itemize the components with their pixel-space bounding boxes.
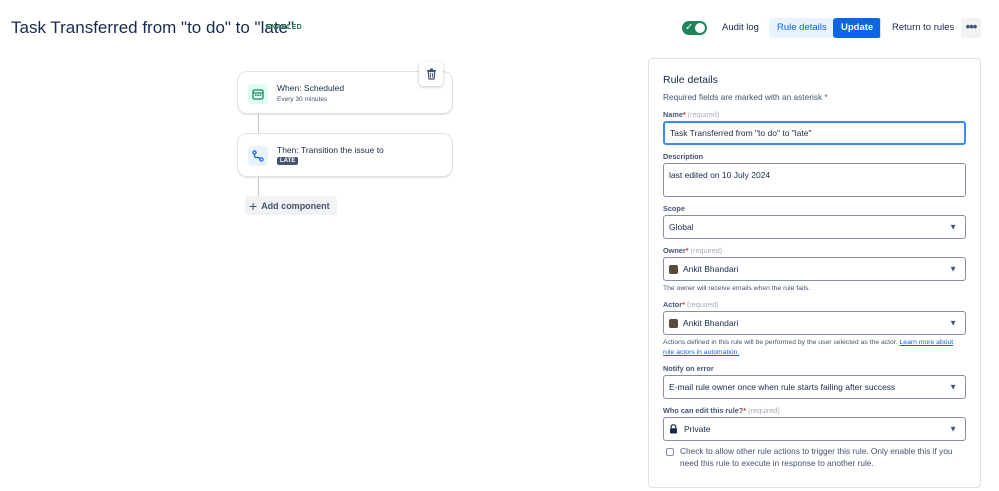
allow-trigger-label: Check to allow other rule actions to tri…: [680, 446, 953, 468]
required-hint: (required): [748, 406, 780, 415]
check-icon: ✓: [685, 22, 694, 33]
who-edit-value: Private: [684, 424, 711, 434]
transition-icon: [248, 146, 268, 166]
owner-value: Ankit Bhandari: [683, 264, 739, 274]
chevron-down-icon: ▼: [949, 382, 957, 392]
status-badge: ENABLED: [266, 24, 302, 31]
description-label: Description: [663, 152, 704, 161]
owner-label: Owner* (required): [663, 246, 722, 255]
name-label: Name* (required): [663, 110, 719, 119]
required-note-text: Required fields are marked with an aster…: [663, 92, 823, 102]
lock-icon: [669, 424, 678, 434]
avatar: [669, 318, 678, 328]
notify-select[interactable]: E-mail rule owner once when rule starts …: [663, 375, 966, 399]
actor-help: Actions defined in this rule will be per…: [663, 338, 963, 357]
notify-label: Notify on error: [663, 364, 714, 373]
audit-log-button[interactable]: Audit log: [714, 18, 767, 38]
delete-component-button[interactable]: [419, 62, 443, 86]
header-divider: [880, 18, 881, 38]
required-asterisk: *: [824, 92, 828, 102]
actor-value: Ankit Bhandari: [683, 318, 739, 328]
trigger-subtitle: Every 30 minutes: [277, 96, 328, 103]
update-button[interactable]: Update: [833, 18, 882, 38]
plus-icon: +: [249, 197, 258, 214]
chevron-down-icon: ▼: [949, 222, 957, 232]
toggle-knob: [695, 23, 705, 33]
who-edit-label: Who can edit this rule?* (required): [663, 406, 780, 415]
flow-connector: [258, 113, 259, 134]
actor-label-text: Actor: [663, 300, 683, 309]
panel-title: Rule details: [663, 74, 718, 86]
action-card[interactable]: Then: Transition the issue to LATE: [237, 133, 453, 177]
return-to-rules-button[interactable]: Return to rules: [884, 18, 962, 38]
more-icon[interactable]: •••: [961, 18, 981, 38]
rule-details-panel: Rule details Required fields are marked …: [648, 58, 981, 488]
actor-select[interactable]: Ankit Bhandari ▼: [663, 311, 966, 335]
page-title: Task Transferred from "to do" to "late": [11, 18, 295, 37]
add-component-button[interactable]: + Add component: [245, 196, 337, 215]
calendar-icon: [248, 84, 268, 104]
flow-connector: [258, 176, 259, 196]
trash-icon: [426, 68, 436, 80]
chevron-down-icon: ▼: [949, 424, 957, 434]
required-asterisk: *: [682, 110, 686, 119]
chevron-down-icon: ▼: [949, 318, 957, 328]
required-hint: (required): [687, 110, 720, 119]
description-textarea[interactable]: last edited on 10 July 2024: [663, 163, 966, 197]
actor-help-text: Actions defined in this rule will be per…: [663, 339, 898, 346]
scope-select[interactable]: Global ▼: [663, 215, 966, 239]
name-label-text: Name: [663, 110, 683, 119]
required-asterisk: *: [685, 246, 689, 255]
required-hint: (required): [686, 300, 719, 309]
enable-toggle[interactable]: ✓: [682, 21, 707, 35]
who-edit-label-text: Who can edit this rule?: [663, 406, 744, 415]
allow-trigger-checkbox[interactable]: [666, 448, 674, 456]
owner-select[interactable]: Ankit Bhandari ▼: [663, 257, 966, 281]
scope-value: Global: [669, 222, 694, 232]
owner-help: The owner will receive emails when the r…: [663, 285, 811, 292]
who-edit-select[interactable]: Private ▼: [663, 417, 966, 441]
required-asterisk: *: [682, 300, 685, 309]
name-value: Task Transferred from "to do" to "late": [670, 128, 812, 138]
description-value: last edited on 10 July 2024: [669, 170, 771, 180]
status-lozenge: LATE: [277, 157, 299, 165]
rule-details-button[interactable]: Rule details: [769, 18, 835, 38]
avatar: [669, 264, 678, 274]
required-note: Required fields are marked with an aster…: [663, 92, 828, 102]
add-component-label: Add component: [261, 200, 330, 211]
required-hint: (required): [690, 246, 723, 255]
name-input[interactable]: Task Transferred from "to do" to "late": [663, 121, 966, 145]
required-asterisk: *: [743, 406, 747, 415]
trigger-title: When: Scheduled: [277, 83, 345, 93]
notify-value: E-mail rule owner once when rule starts …: [669, 382, 896, 392]
actor-label: Actor* (required): [663, 300, 719, 309]
owner-label-text: Owner: [663, 246, 686, 255]
action-title: Then: Transition the issue to: [277, 145, 384, 155]
chevron-down-icon: ▼: [949, 264, 957, 274]
scope-label: Scope: [663, 204, 685, 213]
